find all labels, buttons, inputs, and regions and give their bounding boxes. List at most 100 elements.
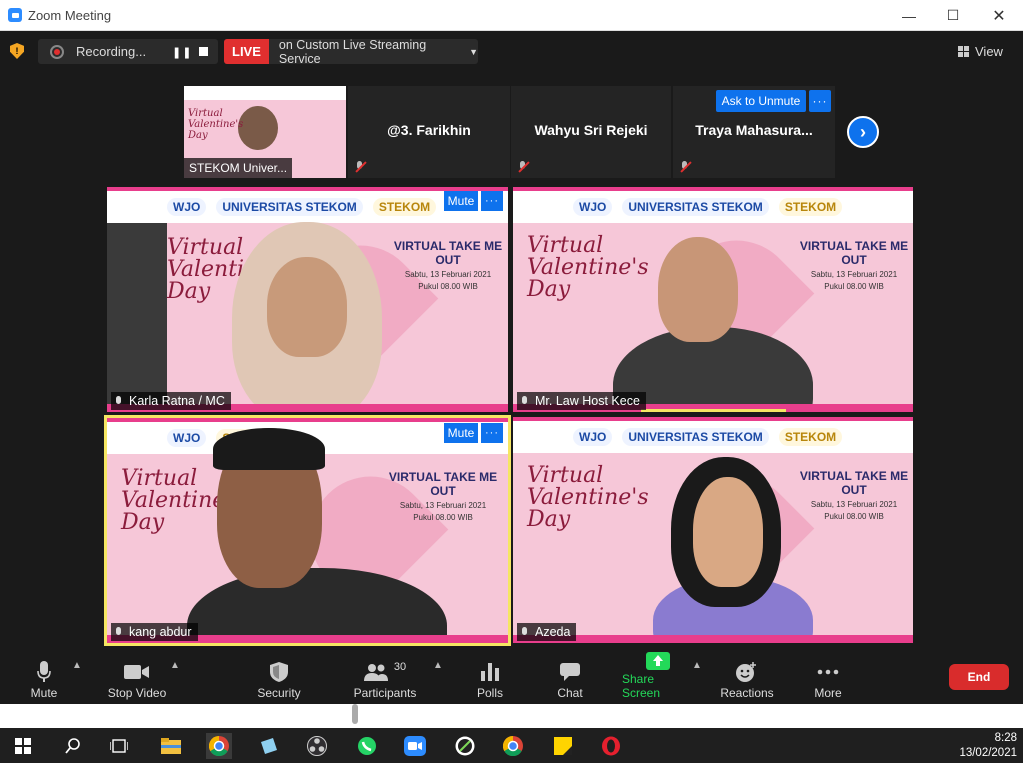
notes-app-icon[interactable] xyxy=(256,733,282,759)
zoom-meeting-window: Zoom Meeting — ☐ ✕ ! Recording... ❚❚ LIV… xyxy=(0,0,1023,763)
whatsapp-icon[interactable] xyxy=(354,733,380,759)
event-title: VIRTUAL TAKE ME OUT Sabtu, 13 Februari 2… xyxy=(798,469,910,521)
strip-tile-farikhin[interactable]: @3. Farikhin xyxy=(348,86,510,178)
strip-tile-wahyu[interactable]: Wahyu Sri Rejeki xyxy=(511,86,671,178)
obs-icon[interactable] xyxy=(304,733,330,759)
stop-video-button[interactable]: Stop Video xyxy=(104,656,170,700)
smiley-icon xyxy=(736,660,758,684)
event-title-text: VIRTUAL TAKE ME OUT xyxy=(388,470,498,498)
person-face xyxy=(658,237,738,342)
maximize-button[interactable]: ☐ xyxy=(930,0,976,31)
logo-universitas: UNIVERSITAS STEKOM xyxy=(622,428,769,446)
mic-muted-icon xyxy=(679,161,691,173)
event-banner: WJO UNIVERSITAS STEKOM STEKOM xyxy=(513,187,913,223)
windows-start-icon[interactable] xyxy=(10,733,36,759)
event-title-text: VIRTUAL TAKE ME OUT xyxy=(799,239,909,267)
logo-universitas: UNIVERSITAS STEKOM xyxy=(622,198,769,216)
more-button[interactable]: More xyxy=(810,656,846,700)
stop-recording-button[interactable] xyxy=(199,47,208,56)
chrome-icon[interactable] xyxy=(206,733,232,759)
live-stream-service: on Custom Live Streaming Service xyxy=(278,37,427,66)
system-clock[interactable]: 8:28 13/02/2021 xyxy=(959,731,1017,761)
video-tile-azeda[interactable]: WJO UNIVERSITAS STEKOM STEKOM Virtual Va… xyxy=(513,417,913,643)
pause-recording-button[interactable]: ❚❚ xyxy=(172,46,192,59)
valentine-script: Virtual Valentine's Day xyxy=(527,233,649,302)
event-time: Pukul 08.00 WIB xyxy=(418,282,478,291)
live-stream-indicator[interactable]: LIVE on Custom Live Streaming Service ▼ xyxy=(224,37,478,66)
end-meeting-button[interactable]: End xyxy=(949,664,1009,690)
background-window xyxy=(0,704,1023,728)
reactions-button[interactable]: Reactions xyxy=(718,656,776,700)
mute-participant-button[interactable]: Mute xyxy=(444,423,478,443)
video-tile-karla[interactable]: WJO UNIVERSITAS STEKOM STEKOM Virtual Va… xyxy=(107,187,508,412)
minimize-button[interactable]: — xyxy=(886,0,932,31)
mute-participant-button[interactable]: Mute xyxy=(444,191,478,211)
next-page-button[interactable]: › xyxy=(847,116,879,148)
event-time: Pukul 08.00 WIB xyxy=(824,282,884,291)
security-button[interactable]: Security xyxy=(254,656,304,700)
clock-date: 13/02/2021 xyxy=(959,747,1017,759)
title-bar: Zoom Meeting — ☐ ✕ xyxy=(0,0,1023,31)
microphone-icon xyxy=(37,660,51,684)
view-button[interactable]: View xyxy=(958,40,1018,62)
person-face xyxy=(693,477,763,587)
opera-icon[interactable] xyxy=(598,733,624,759)
participants-icon: 30 xyxy=(363,660,407,684)
security-shield-icon[interactable]: ! xyxy=(10,43,24,59)
strip-script-text: Virtual Valentine's Day xyxy=(188,108,244,141)
event-date: Sabtu, 13 Februari 2021 xyxy=(810,270,898,279)
meeting-top-bar: ! Recording... ❚❚ LIVE on Custom Live St… xyxy=(0,31,1023,71)
video-more-options-button[interactable]: ··· xyxy=(481,423,503,443)
reactions-label: Reactions xyxy=(720,686,774,700)
view-label: View xyxy=(975,43,1003,59)
participants-count: 30 xyxy=(393,661,407,673)
participants-options-chevron-icon[interactable]: ▲ xyxy=(433,660,443,671)
event-banner: WJO UNIVERSITAS STEKOM STEKOM xyxy=(513,417,913,453)
recording-dot-icon xyxy=(50,44,64,59)
video-more-options-button[interactable]: ··· xyxy=(481,191,503,211)
participant-name: @3. Farikhin xyxy=(387,122,471,138)
strip-more-options-button[interactable]: ··· xyxy=(809,90,831,112)
participants-button[interactable]: 30 Participants xyxy=(352,656,418,700)
close-button[interactable]: ✕ xyxy=(976,0,1022,31)
zoom-taskbar-icon[interactable] xyxy=(402,733,428,759)
logo-wjo: WJO xyxy=(573,198,613,216)
windows-taskbar: 8:28 13/02/2021 xyxy=(0,728,1023,763)
logo-stekom: STEKOM xyxy=(778,428,843,446)
person-hair xyxy=(213,428,325,470)
search-icon[interactable] xyxy=(60,733,86,759)
sticky-notes-icon[interactable] xyxy=(550,733,576,759)
mute-button[interactable]: Mute xyxy=(24,656,64,700)
background-scrollbar xyxy=(352,704,358,724)
audio-options-chevron-icon[interactable]: ▲ xyxy=(72,660,82,671)
logo-wjo: WJO xyxy=(573,428,613,446)
video-tile-law[interactable]: WJO UNIVERSITAS STEKOM STEKOM Virtual Va… xyxy=(513,187,913,412)
event-date: Sabtu, 13 Februari 2021 xyxy=(399,501,487,510)
video-name-tag: Mr. Law Host Kece xyxy=(517,392,646,410)
security-label: Security xyxy=(257,686,301,700)
participants-label: Participants xyxy=(353,686,417,700)
meeting-toolbar: Mute ▲ Stop Video ▲ Security 30 Particip… xyxy=(0,652,1023,704)
event-date: Sabtu, 13 Februari 2021 xyxy=(810,500,898,509)
file-explorer-icon[interactable] xyxy=(158,733,184,759)
pen-app-icon[interactable] xyxy=(452,733,478,759)
logo-wjo: WJO xyxy=(167,429,207,447)
event-date: Sabtu, 13 Februari 2021 xyxy=(404,270,492,279)
strip-tile-stekom[interactable]: Virtual Valentine's Day STEKOM Univer... xyxy=(184,86,346,178)
shield-icon xyxy=(270,660,288,684)
video-tile-abdur[interactable]: WJO STEKOM Virtual Valentine's Day VIRTU… xyxy=(104,415,511,646)
chrome-secondary-icon[interactable] xyxy=(500,733,526,759)
mic-muted-icon xyxy=(517,161,529,173)
task-view-icon[interactable] xyxy=(106,733,132,759)
ask-to-unmute-button[interactable]: Ask to Unmute xyxy=(716,90,806,112)
participant-name: Traya Mahasura... xyxy=(695,122,813,138)
polls-button[interactable]: Polls xyxy=(470,656,510,700)
grid-view-icon xyxy=(958,45,969,57)
chat-button[interactable]: Chat xyxy=(550,656,590,700)
video-name-tag: kang abdur xyxy=(111,623,198,641)
share-screen-button[interactable]: Share Screen xyxy=(622,652,694,700)
video-options-chevron-icon[interactable]: ▲ xyxy=(170,660,180,671)
participant-name: Wahyu Sri Rejeki xyxy=(534,122,648,138)
mute-label: Mute xyxy=(30,686,58,700)
share-options-chevron-icon[interactable]: ▲ xyxy=(692,660,702,671)
